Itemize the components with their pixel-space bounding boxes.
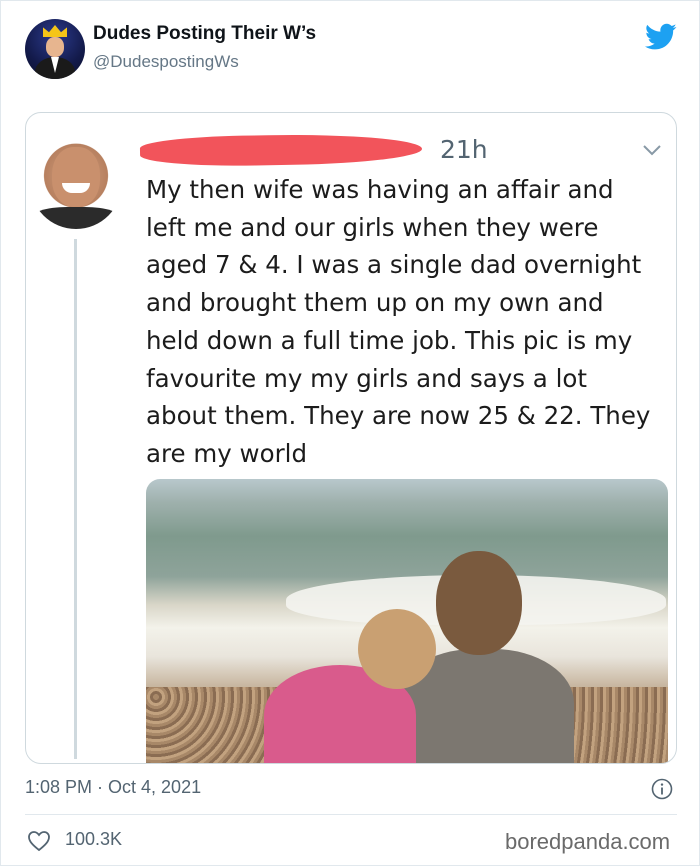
photo-person-child-head (358, 609, 436, 689)
tweet-text-line: are my world (146, 438, 308, 468)
tweet-text-line: My then wife was having an affair and (146, 175, 614, 204)
tweet-age: 21h (440, 135, 488, 164)
profile-avatar[interactable] (25, 19, 85, 79)
tweet-text: My then wife was having an affair and le… (146, 171, 666, 473)
display-name[interactable]: Dudes Posting Their W’s (93, 23, 316, 45)
avatar-shirt (30, 207, 122, 229)
avatar-head (52, 147, 100, 207)
beach-photo[interactable] (146, 479, 668, 763)
like-count[interactable]: 100.3K (65, 829, 122, 850)
tweet-text-line: favourite my my girls and says a lot (146, 363, 588, 393)
tweet-text-line: left me and our girls when they were (146, 212, 599, 242)
user-handle[interactable]: @DudespostingWs (93, 52, 239, 72)
thread-line (74, 239, 77, 759)
heart-icon[interactable] (27, 830, 51, 852)
chevron-down-icon (643, 145, 661, 156)
footer-divider (25, 814, 677, 815)
author-avatar (30, 137, 122, 229)
avatar-face (46, 37, 64, 57)
tweet-text-line: aged 7 & 4. I was a single dad overnight (146, 250, 642, 280)
redacted-username (139, 132, 423, 168)
watermark: boredpanda.com (505, 829, 671, 854)
tweet-timestamp[interactable]: 1:08 PM · Oct 4, 2021 (25, 777, 201, 798)
tweet-text-line: and brought them up on my own and (146, 288, 604, 318)
twitter-bird-icon[interactable] (645, 23, 677, 51)
photo-person-adult-head (436, 551, 522, 655)
tweet-text-line: held down a full time job. This pic is m… (146, 325, 633, 355)
tweet-card: Dudes Posting Their W’s @DudespostingWs … (0, 0, 700, 866)
crown-icon (43, 25, 67, 37)
info-icon[interactable] (651, 778, 673, 800)
tweet-text-line: about them. They are now 25 & 22. They (146, 401, 651, 431)
embedded-tweet-image[interactable]: 21h My then wife was having an affair an… (25, 112, 677, 764)
